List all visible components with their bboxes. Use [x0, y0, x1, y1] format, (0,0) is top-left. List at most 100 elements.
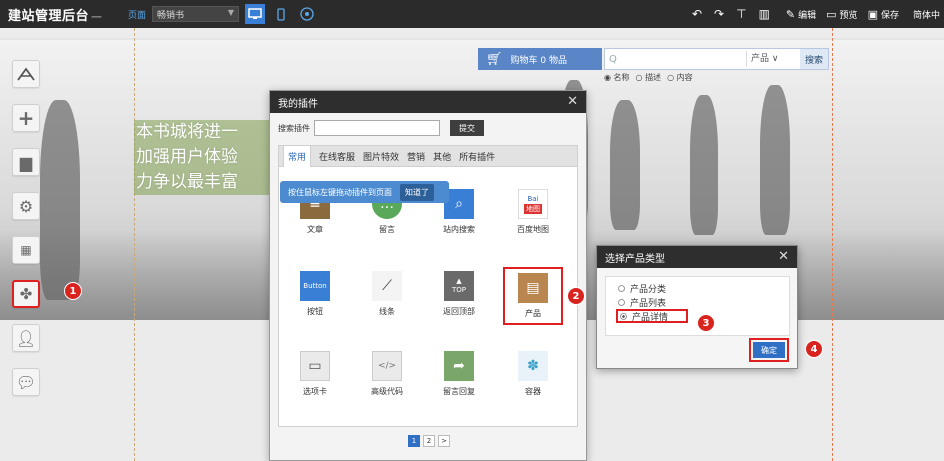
confirm-button[interactable]: 确定: [753, 342, 785, 358]
tab-other[interactable]: 其他: [433, 150, 451, 163]
product-type-dialog: 选择产品类型 ✕ 产品分类 产品列表 产品详情 确定: [596, 245, 798, 369]
plugin-pagination: 1 2 >: [270, 435, 588, 447]
page-label: 页面: [128, 10, 147, 21]
cart-widget[interactable]: 🛒︎ 购物车 0 物品: [478, 48, 602, 70]
product-box-icon: ▤: [518, 273, 548, 303]
search-type-value: 产品: [751, 54, 770, 64]
monitor-icon: ▭: [826, 7, 837, 21]
option-product-detail[interactable]: 产品详情: [616, 309, 688, 323]
mobile-view-button[interactable]: [271, 4, 291, 24]
plugin-baidu-map[interactable]: Bai 地图 百度地图: [503, 189, 563, 235]
search-option[interactable]: ◉ 名称: [604, 72, 630, 83]
plugin-tabs-widget[interactable]: ▭ 选项卡: [285, 351, 345, 397]
plugin-label: 线条: [379, 307, 395, 316]
edit-label: 编辑: [798, 10, 817, 21]
tabs-icon: ▭: [300, 351, 330, 381]
tab-marketing[interactable]: 营销: [407, 150, 425, 163]
plugin-label: 百度地图: [517, 225, 549, 234]
drag-hint-tooltip: 按住鼠标左键拖动插件到页面 知道了: [280, 181, 449, 203]
got-it-button[interactable]: 知道了: [400, 183, 434, 201]
plugin-tabs: 常用 在线客服 图片特效 营销 其他 所有插件: [278, 145, 578, 167]
theme-icon: [17, 67, 35, 81]
plugin-label: 产品: [525, 309, 541, 318]
briefcase-icon: ▆: [19, 152, 33, 172]
undo-icon[interactable]: ↶: [692, 7, 702, 21]
plugins-dialog: 我的插件 ✕ 搜索插件 提交 常用 在线客服 图片特效 营销 其他 所有插件 ≡…: [269, 90, 587, 461]
layout-guide-right: [832, 28, 833, 461]
page-select-value: 畅销书: [157, 11, 185, 21]
wechat-circle-icon: [300, 7, 314, 21]
plugin-product[interactable]: ▤ 产品: [503, 267, 563, 325]
settings-button[interactable]: ⚙: [12, 192, 40, 220]
step-badge-1: 1: [64, 282, 82, 300]
toolbox-button[interactable]: ▆: [12, 148, 40, 176]
plugin-label: 返回顶部: [443, 307, 475, 316]
close-icon[interactable]: ✕: [567, 94, 578, 109]
preview-label: 预览: [839, 10, 858, 21]
add-button[interactable]: +: [12, 104, 40, 132]
align-icon[interactable]: ⊤: [736, 7, 746, 21]
top-logo-text: TOP: [451, 286, 466, 294]
close-icon[interactable]: ✕: [778, 249, 789, 264]
product-type-dialog-header: 选择产品类型 ✕: [597, 246, 797, 268]
next-page-button[interactable]: >: [438, 435, 450, 447]
option-product-list[interactable]: 产品列表: [618, 295, 789, 309]
container-icon: ✽: [518, 351, 548, 381]
preview-button[interactable]: ▭ 预览: [826, 8, 857, 21]
plugin-search-row: 搜索插件 提交: [270, 113, 586, 143]
option-label: 产品列表: [630, 298, 667, 309]
plugin-back-to-top[interactable]: ▲ TOP 返回顶部: [429, 271, 489, 317]
plugin-label: 留言回复: [443, 387, 475, 396]
wechat-view-button[interactable]: [297, 4, 317, 24]
plugin-search-input[interactable]: [314, 120, 440, 136]
plugin-message-reply[interactable]: ➦ 留言回复: [429, 351, 489, 397]
hero-person: [610, 100, 640, 230]
product-type-dialog-title: 选择产品类型: [605, 253, 665, 265]
desktop-icon: [248, 8, 262, 19]
save-button[interactable]: ▣ 保存: [868, 8, 899, 21]
user-icon: 👤︎: [15, 328, 37, 348]
site-nav-strip: [0, 28, 944, 38]
tab-common[interactable]: 常用: [283, 145, 312, 167]
plugins-dialog-title: 我的插件: [278, 98, 318, 110]
reply-icon: ➦: [444, 351, 474, 381]
plugin-label: 高级代码: [371, 387, 403, 396]
plus-icon: +: [17, 106, 35, 130]
redo-icon[interactable]: ↷: [714, 7, 724, 21]
search-button[interactable]: 搜索: [800, 49, 828, 69]
page-1-button[interactable]: 1: [408, 435, 420, 447]
search-option[interactable]: ○ 描述: [636, 72, 662, 83]
tab-all-plugins[interactable]: 所有插件: [459, 150, 495, 163]
grid-button[interactable]: ▦: [12, 236, 40, 264]
search-icon: Q: [609, 53, 617, 65]
step-badge-4: 4: [805, 340, 823, 358]
language-switch[interactable]: 简体中: [913, 8, 940, 21]
hero-text-line: 本书城将进一: [134, 120, 274, 145]
brand-title: 建站管理后台 —: [8, 8, 103, 24]
option-label: 产品详情: [632, 312, 669, 323]
layout-icon[interactable]: ▥: [759, 7, 770, 21]
plugins-button[interactable]: ✤: [12, 280, 40, 308]
hero-text-line: 力争以最丰富: [134, 170, 274, 195]
plugin-search-submit[interactable]: 提交: [450, 120, 484, 136]
site-search-bar[interactable]: Q 产品 ∨ 搜索: [604, 48, 829, 70]
edit-button[interactable]: ✎ 编辑: [786, 8, 816, 21]
plugin-button[interactable]: Button 按钮: [285, 271, 345, 317]
chat-button[interactable]: 💬︎: [12, 368, 40, 396]
page-2-button[interactable]: 2: [423, 435, 435, 447]
search-option[interactable]: ○ 内容: [667, 72, 693, 83]
hero-person: [690, 95, 718, 235]
tab-image-effects[interactable]: 图片特效: [363, 150, 399, 163]
desktop-view-button[interactable]: [245, 4, 266, 24]
chat-icon: 💬︎: [15, 372, 37, 392]
theme-button[interactable]: [12, 60, 40, 88]
hero-text[interactable]: 本书城将进一 加强用户体验 力争以最丰富: [134, 120, 274, 195]
plugin-container[interactable]: ✽ 容器: [503, 351, 563, 397]
page-select[interactable]: 畅销书 ▼: [152, 6, 240, 22]
member-button[interactable]: 👤︎: [12, 324, 40, 352]
search-type-select[interactable]: 产品 ∨: [746, 51, 798, 67]
option-product-category[interactable]: 产品分类: [618, 281, 789, 295]
plugin-line[interactable]: ⟋ 线条: [357, 271, 417, 317]
tab-online-service[interactable]: 在线客服: [319, 150, 355, 163]
plugin-advanced-code[interactable]: </> 高级代码: [357, 351, 417, 397]
